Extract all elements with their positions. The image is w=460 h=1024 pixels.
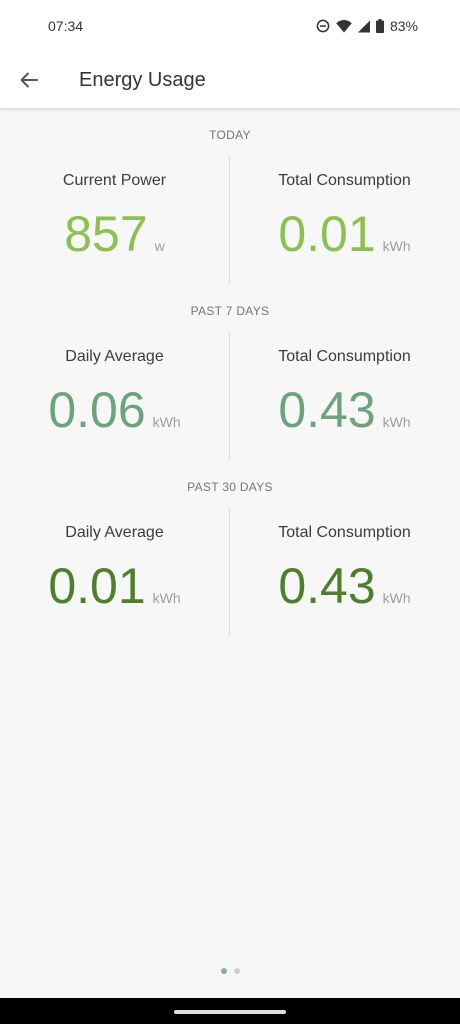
cell-label: Total Consumption <box>278 348 411 365</box>
month-total-value: 0.43 <box>278 558 376 614</box>
page-title: Energy Usage <box>79 68 206 91</box>
battery-percent: 83% <box>389 18 418 34</box>
week-total-value: 0.43 <box>278 382 376 438</box>
cell-label: Total Consumption <box>278 172 411 189</box>
cell-value-row: 0.43 kWh <box>230 382 459 438</box>
cell-label: Total Consumption <box>278 524 411 541</box>
home-handle[interactable] <box>174 1010 286 1014</box>
dnd-icon <box>316 19 330 33</box>
month-daily-average-unit: kWh <box>152 590 181 606</box>
section-header-today: TODAY <box>209 128 251 142</box>
cell-value-row: 0.01 kWh <box>0 558 229 614</box>
current-power-cell: Current Power 857 w <box>0 156 229 284</box>
wifi-icon <box>336 19 352 33</box>
current-power-value: 857 <box>64 206 148 262</box>
screen: 07:34 83% Energy Usage TODAY Current Pow… <box>0 0 460 1024</box>
status-icons: 83% <box>316 18 418 34</box>
cell-label: Current Power <box>62 172 167 189</box>
month-total-unit: kWh <box>382 590 411 606</box>
page-indicator <box>0 968 460 974</box>
month-daily-average-value: 0.01 <box>48 558 146 614</box>
status-bar: 07:34 83% <box>0 0 460 52</box>
section-past-7-days: Daily Average 0.06 kWh Total Consumption… <box>0 332 460 460</box>
status-time: 07:34 <box>48 18 84 34</box>
today-total-consumption-cell: Total Consumption 0.01 kWh <box>230 156 459 284</box>
today-total-unit: kWh <box>382 238 411 254</box>
section-past-30-days: Daily Average 0.01 kWh Total Consumption… <box>0 508 460 636</box>
week-daily-average-cell: Daily Average 0.06 kWh <box>0 332 229 460</box>
battery-icon <box>375 19 384 33</box>
cell-value-row: 857 w <box>0 206 229 262</box>
current-power-unit: w <box>154 238 165 254</box>
page-indicator-dot[interactable] <box>233 968 240 974</box>
navigation-bar <box>0 998 460 1024</box>
week-total-consumption-cell: Total Consumption 0.43 kWh <box>230 332 459 460</box>
section-header-past-7-days: PAST 7 DAYS <box>190 304 270 318</box>
today-total-value: 0.01 <box>278 206 376 262</box>
signal-icon <box>357 20 370 33</box>
cell-value-row: 0.43 kWh <box>230 558 459 614</box>
week-total-unit: kWh <box>382 414 411 430</box>
arrow-left-icon <box>20 72 38 88</box>
week-daily-average-unit: kWh <box>152 414 181 430</box>
back-button[interactable] <box>1 52 57 108</box>
cell-value-row: 0.01 kWh <box>230 206 459 262</box>
month-total-consumption-cell: Total Consumption 0.43 kWh <box>230 508 459 636</box>
week-daily-average-value: 0.06 <box>48 382 146 438</box>
section-header-past-30-days: PAST 30 DAYS <box>187 480 273 494</box>
cell-label: Daily Average <box>65 348 164 365</box>
page-indicator-dot-active[interactable] <box>220 968 227 974</box>
section-today: Current Power 857 w Total Consumption 0.… <box>0 156 460 284</box>
cell-value-row: 0.06 kWh <box>0 382 229 438</box>
cell-label: Daily Average <box>65 524 164 541</box>
month-daily-average-cell: Daily Average 0.01 kWh <box>0 508 229 636</box>
app-bar: Energy Usage <box>0 52 460 108</box>
